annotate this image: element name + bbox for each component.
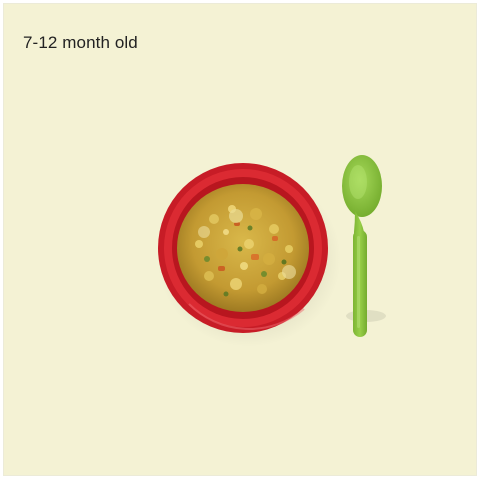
- bowl-of-rice-icon: [158, 163, 328, 333]
- spoon-icon: [342, 155, 386, 337]
- image-frame: 7-12 month old: [4, 4, 476, 475]
- food-illustration: [157, 155, 386, 347]
